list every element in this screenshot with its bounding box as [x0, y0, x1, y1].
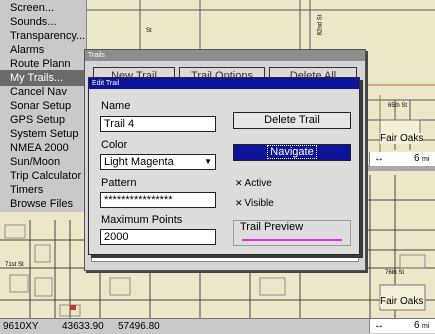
- scale-indicator-top: ↔ 6 mi: [369, 152, 435, 166]
- scale-arrow-icon: ↔: [374, 320, 384, 331]
- status-longitude: 57496.80: [118, 321, 160, 332]
- dropdown-arrow-icon: ▼: [204, 157, 212, 166]
- scale-unit: mi: [422, 323, 430, 330]
- scale-arrow-icon: ↔: [374, 153, 384, 164]
- scale-value: 6: [414, 153, 420, 164]
- name-field[interactable]: Trail 4: [100, 116, 216, 132]
- trails-window-title: Trails: [85, 50, 365, 61]
- status-position-id: 9610XY: [3, 321, 39, 332]
- color-label: Color: [101, 139, 128, 151]
- trail-preview-box: Trail Preview: [233, 220, 351, 246]
- delete-trail-button[interactable]: Delete Trail: [233, 112, 351, 129]
- map-label-76th: 76th St: [385, 270, 405, 276]
- max-points-label: Maximum Points: [101, 214, 183, 226]
- trail-preview-label: Trail Preview: [240, 221, 304, 233]
- scale-value: 6: [414, 320, 420, 331]
- status-latitude: 43633.90: [62, 321, 104, 332]
- active-checkbox[interactable]: ✕ Active: [235, 178, 272, 189]
- pattern-field[interactable]: ****************: [100, 192, 216, 208]
- map-label-fair-oaks-bottom: Fair Oaks: [380, 296, 424, 307]
- map-label-road-vertical: 82nd St: [317, 14, 324, 36]
- map-label-road-left: St: [146, 28, 152, 34]
- scale-unit: mi: [422, 156, 430, 163]
- map-label-65th: 65th St: [388, 103, 408, 109]
- checkmark-icon: ✕: [235, 178, 243, 188]
- navigate-label: Navigate: [267, 145, 317, 159]
- visible-label: Visible: [244, 198, 274, 209]
- edit-trail-title: Edit Trail: [89, 78, 359, 89]
- scale-indicator-bottom: ↔ 6 mi: [369, 319, 435, 333]
- active-label: Active: [244, 178, 272, 189]
- checkmark-icon: ✕: [235, 198, 243, 208]
- edit-trail-dialog: Edit Trail Name Trail 4 Color Light Mage…: [88, 77, 360, 255]
- color-select[interactable]: Light Magenta ▼: [100, 154, 216, 170]
- color-select-value: Light Magenta: [104, 156, 174, 168]
- status-bar: 9610XY 43633.90 57496.80 ↔ 6 mi: [0, 318, 435, 334]
- name-label: Name: [101, 100, 131, 112]
- map-label-71st: 71st St: [5, 262, 24, 268]
- menu-item-browse-files[interactable]: Browse Files: [0, 196, 86, 212]
- map-label-fair-oaks-top: Fair Oaks: [380, 133, 424, 144]
- navigate-button[interactable]: Navigate: [233, 144, 351, 161]
- max-points-field[interactable]: 2000: [100, 229, 216, 245]
- pattern-label: Pattern: [101, 177, 137, 189]
- system-menu: Screen... Sounds... Transparency... Alar…: [0, 0, 87, 212]
- trail-preview-line: [242, 239, 342, 241]
- visible-checkbox[interactable]: ✕ Visible: [235, 198, 274, 209]
